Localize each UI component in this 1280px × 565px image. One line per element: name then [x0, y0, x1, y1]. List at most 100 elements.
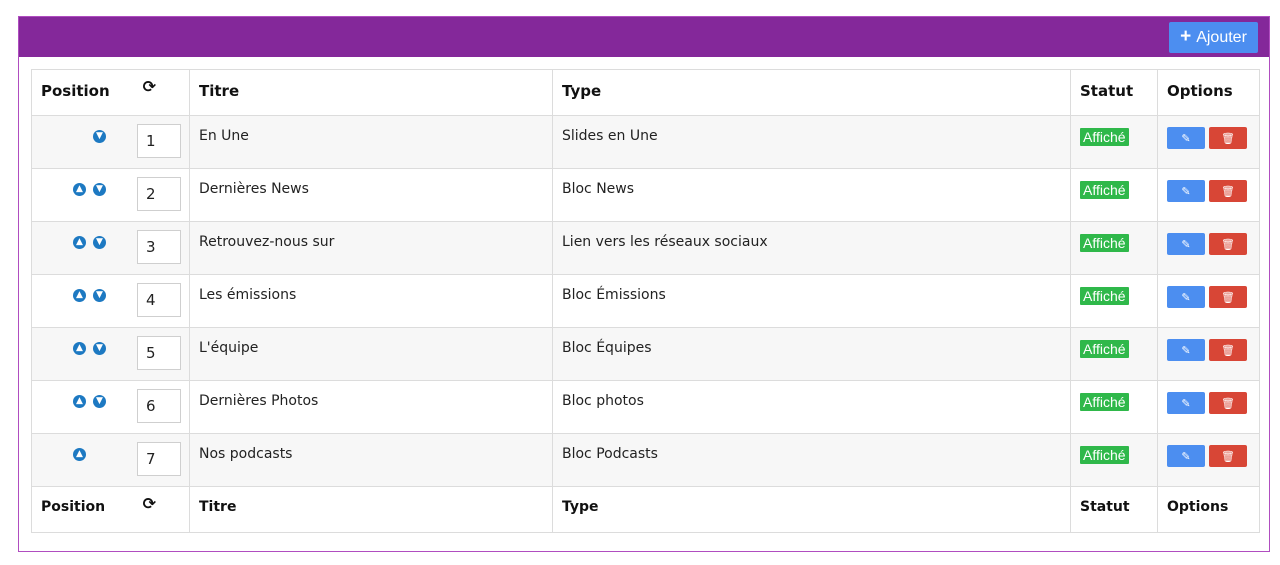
arrow-circle-up-icon[interactable]: ▲	[73, 342, 86, 355]
edit-button[interactable]: ✎	[1167, 339, 1205, 361]
statut-cell: Affiché	[1070, 327, 1158, 381]
position-cell: ▲ ▼	[31, 327, 190, 381]
options-cell: ✎ 🗑	[1157, 115, 1260, 169]
reorder-arrows: ▲ ▼	[70, 395, 106, 408]
footer-header-statut[interactable]: Statut	[1070, 486, 1158, 533]
edit-button[interactable]: ✎	[1167, 233, 1205, 255]
trash-icon: 🗑	[1221, 238, 1235, 251]
arrow-circle-down-icon[interactable]: ▼	[93, 236, 106, 249]
type-cell: Lien vers les réseaux sociaux	[552, 221, 1071, 275]
plus-icon: +	[1180, 26, 1192, 47]
position-input[interactable]	[137, 124, 181, 158]
arrow-circle-down-icon[interactable]: ▼	[93, 289, 106, 302]
edit-button[interactable]: ✎	[1167, 127, 1205, 149]
status-badge[interactable]: Affiché	[1080, 287, 1129, 305]
arrow-circle-down-icon[interactable]: ▼	[93, 395, 106, 408]
titre-cell: Les émissions	[189, 274, 553, 328]
position-input[interactable]	[137, 389, 181, 423]
options-cell: ✎ 🗑	[1157, 433, 1260, 487]
delete-button[interactable]: 🗑	[1209, 286, 1247, 308]
delete-button[interactable]: 🗑	[1209, 339, 1247, 361]
pencil-icon: ✎	[1181, 397, 1191, 410]
column-header-titre[interactable]: Titre	[189, 69, 553, 116]
position-input[interactable]	[137, 230, 181, 264]
refresh-icon[interactable]: ⟳	[143, 496, 156, 512]
column-header-statut[interactable]: Statut	[1070, 69, 1158, 116]
delete-button[interactable]: 🗑	[1209, 127, 1247, 149]
position-input[interactable]	[137, 283, 181, 317]
status-badge[interactable]: Affiché	[1080, 340, 1129, 358]
edit-button[interactable]: ✎	[1167, 286, 1205, 308]
blocks-panel: + Ajouter Position ⟳ Titre Type Statut O…	[18, 16, 1270, 552]
position-cell: ▲ ▼	[31, 221, 190, 275]
reorder-arrows: ▲ ▼	[70, 236, 106, 249]
position-input[interactable]	[137, 336, 181, 370]
column-header-options: Options	[1157, 69, 1260, 116]
titre-cell: Dernières News	[189, 168, 553, 222]
options-cell: ✎ 🗑	[1157, 168, 1260, 222]
position-cell: ▲ ▼	[31, 380, 190, 434]
panel-header: + Ajouter	[19, 17, 1269, 57]
pencil-icon: ✎	[1181, 238, 1191, 251]
reorder-arrows: ▲ ▼	[70, 448, 106, 461]
trash-icon: 🗑	[1221, 291, 1235, 304]
pencil-icon: ✎	[1181, 291, 1191, 304]
table-row: ▲ ▼ Dernières Photos Bloc photos Affiché…	[31, 380, 1260, 434]
status-badge[interactable]: Affiché	[1080, 393, 1129, 411]
arrow-circle-down-icon[interactable]: ▼	[93, 342, 106, 355]
column-header-position[interactable]: Position ⟳	[31, 69, 190, 116]
arrow-circle-up-icon[interactable]: ▲	[73, 395, 86, 408]
type-cell: Bloc Podcasts	[552, 433, 1071, 487]
footer-header-position[interactable]: Position ⟳	[31, 486, 190, 533]
position-cell: ▲ ▼	[31, 115, 190, 169]
table-body: ▲ ▼ En Une Slides en Une Affiché ✎ 🗑 ▲ ▼	[31, 115, 1260, 487]
statut-cell: Affiché	[1070, 433, 1158, 487]
table-row: ▲ ▼ Nos podcasts Bloc Podcasts Affiché ✎…	[31, 433, 1260, 487]
delete-button[interactable]: 🗑	[1209, 392, 1247, 414]
statut-cell: Affiché	[1070, 221, 1158, 275]
type-cell: Bloc News	[552, 168, 1071, 222]
trash-icon: 🗑	[1221, 344, 1235, 357]
table-row: ▲ ▼ L'équipe Bloc Équipes Affiché ✎ 🗑	[31, 327, 1260, 381]
reorder-arrows: ▲ ▼	[70, 342, 106, 355]
status-badge[interactable]: Affiché	[1080, 128, 1129, 146]
position-input[interactable]	[137, 442, 181, 476]
arrow-circle-up-icon[interactable]: ▲	[73, 236, 86, 249]
status-badge[interactable]: Affiché	[1080, 446, 1129, 464]
delete-button[interactable]: 🗑	[1209, 180, 1247, 202]
position-input[interactable]	[137, 177, 181, 211]
type-cell: Bloc Équipes	[552, 327, 1071, 381]
arrow-circle-down-icon[interactable]: ▼	[93, 130, 106, 143]
pencil-icon: ✎	[1181, 344, 1191, 357]
type-cell: Bloc Émissions	[552, 274, 1071, 328]
pencil-icon: ✎	[1181, 185, 1191, 198]
table-header: Position ⟳ Titre Type Statut Options	[31, 69, 1260, 116]
edit-button[interactable]: ✎	[1167, 180, 1205, 202]
footer-header-options: Options	[1157, 486, 1260, 533]
trash-icon: 🗑	[1221, 450, 1235, 463]
arrow-circle-down-icon[interactable]: ▼	[93, 183, 106, 196]
footer-header-titre[interactable]: Titre	[189, 486, 553, 533]
status-badge[interactable]: Affiché	[1080, 181, 1129, 199]
statut-cell: Affiché	[1070, 380, 1158, 434]
arrow-circle-up-icon[interactable]: ▲	[73, 183, 86, 196]
edit-button[interactable]: ✎	[1167, 445, 1205, 467]
options-cell: ✎ 🗑	[1157, 380, 1260, 434]
position-cell: ▲ ▼	[31, 433, 190, 487]
delete-button[interactable]: 🗑	[1209, 445, 1247, 467]
arrow-circle-up-icon[interactable]: ▲	[73, 448, 86, 461]
footer-header-type[interactable]: Type	[552, 486, 1071, 533]
delete-button[interactable]: 🗑	[1209, 233, 1247, 255]
edit-button[interactable]: ✎	[1167, 392, 1205, 414]
arrow-circle-up-icon[interactable]: ▲	[73, 289, 86, 302]
titre-cell: Nos podcasts	[189, 433, 553, 487]
add-button-label: Ajouter	[1196, 28, 1247, 46]
status-badge[interactable]: Affiché	[1080, 234, 1129, 252]
column-header-type[interactable]: Type	[552, 69, 1071, 116]
refresh-icon[interactable]: ⟳	[143, 79, 156, 95]
type-cell: Bloc photos	[552, 380, 1071, 434]
add-button[interactable]: + Ajouter	[1169, 22, 1258, 53]
reorder-arrows: ▲ ▼	[70, 183, 106, 196]
pencil-icon: ✎	[1181, 132, 1191, 145]
statut-cell: Affiché	[1070, 115, 1158, 169]
